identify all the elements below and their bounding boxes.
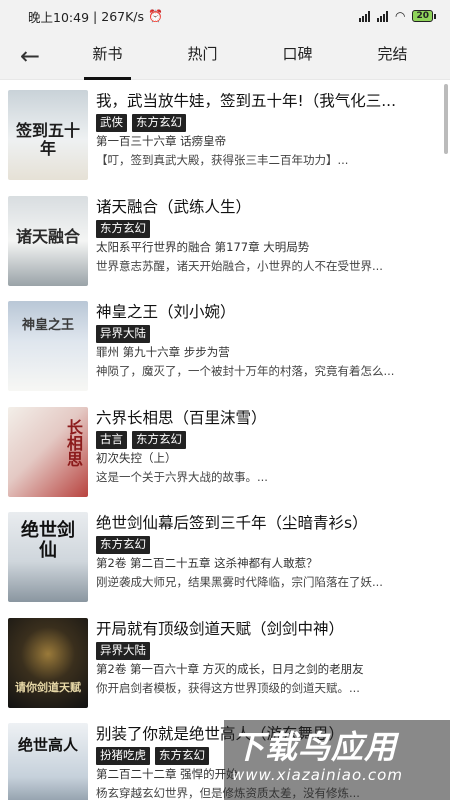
book-title: 开局就有顶级剑道天赋（剑剑中神）	[96, 619, 345, 638]
status-separator: |	[93, 8, 98, 24]
book-title: 绝世剑仙幕后签到三千年（尘暗青衫s）	[96, 514, 368, 532]
wifi-icon: ◠	[394, 9, 406, 23]
list-item[interactable]: 神皇之王 神皇之王（刘小婉） 异界大陆 罪州 第九十六章 步步为营 神陨了，魔灭…	[0, 291, 450, 397]
genre-tag: 异界大陆	[96, 325, 150, 343]
watermark-overlay: 下载鸟应用 www.xiazainiao.com	[224, 720, 450, 800]
book-description: 刚逆袭成大师兄，结果黑雾时代降临，宗门陷落在了妖...	[96, 575, 383, 589]
latest-chapter: 太阳系平行世界的融合 第177章 大明局势	[96, 239, 310, 254]
alarm-icon: ⏰	[148, 9, 163, 23]
genre-tag: 东方玄幻	[155, 747, 209, 765]
cover-title: 请你剑道天赋	[15, 680, 81, 694]
battery-icon: 20	[412, 10, 436, 22]
signal-icon-2	[376, 10, 388, 22]
book-description: 世界意志苏醒，诸天开始融合，小世界的人不在受世界...	[96, 258, 383, 273]
arrow-left-icon: ←	[19, 41, 41, 70]
cover-title: 诸天融合	[15, 226, 80, 246]
book-cover: 请你剑道天赋	[8, 617, 88, 708]
book-title: 我，武当放牛娃，签到五十年!（我气化三...	[96, 92, 396, 110]
genre-tag: 东方玄幻	[96, 536, 150, 554]
scrollbar[interactable]	[444, 84, 448, 154]
battery-level: 20	[412, 10, 433, 22]
back-button[interactable]: ←	[0, 32, 60, 80]
book-list: 签到五十年 我，武当放牛娃，签到五十年!（我气化三... 武侠 东方玄幻 第一百…	[0, 80, 450, 800]
book-cover: 绝世剑仙	[8, 512, 88, 602]
cover-title: 神皇之王	[21, 318, 74, 334]
cover-title: 绝世剑仙	[21, 520, 75, 561]
book-title: 神皇之王（刘小婉）	[96, 303, 236, 321]
latest-chapter: 第2卷 第二百二十五章 这杀神都有人敢惹？	[96, 556, 318, 570]
book-title: 诸天融合（武练人生）	[96, 197, 252, 216]
latest-chapter: 第2卷 第一百六十章 方灭的成长，日月之剑的老朋友	[96, 661, 364, 676]
book-cover: 长相思	[8, 406, 88, 497]
status-time: 晚上10:49	[28, 9, 90, 25]
list-item[interactable]: 诸天融合 诸天融合（武练人生） 东方玄幻 太阳系平行世界的融合 第177章 大明…	[0, 186, 450, 292]
list-item[interactable]: 长相思 六界长相思（百里沫雪） 古言 东方玄幻 初次失控（上） 这是一个关于六界…	[0, 397, 450, 503]
latest-chapter: 初次失控（上）	[96, 450, 177, 465]
book-cover: 绝世高人	[8, 723, 88, 800]
tab-hot[interactable]: 热门	[173, 32, 231, 80]
watermark-logo-text: 下载鸟应用	[232, 728, 398, 766]
genre-tag: 扮猪吃虎	[96, 747, 150, 765]
book-cover: 诸天融合	[8, 195, 88, 286]
tab-bar: 新书 热门 口碑 完结	[60, 32, 450, 80]
top-navigation: ← 新书 热门 口碑 完结	[0, 32, 450, 80]
signal-icon	[358, 10, 370, 22]
cover-title: 签到五十年	[15, 121, 80, 159]
latest-chapter: 罪州 第九十六章 步步为营	[96, 345, 230, 359]
book-cover: 签到五十年	[8, 90, 88, 180]
cover-title: 绝世高人	[17, 735, 78, 754]
genre-tag: 古言	[96, 430, 127, 449]
book-description: 你开启剑者模板，获得这方世界顶级的剑道天赋。...	[96, 680, 360, 695]
genre-tag: 东方玄幻	[132, 430, 186, 449]
tab-reputation[interactable]: 口碑	[268, 32, 326, 80]
network-speed: 267K/s	[101, 8, 145, 24]
genre-tag: 武侠	[96, 114, 127, 132]
book-title: 六界长相思（百里沫雪）	[96, 408, 267, 427]
watermark-url: www.xiazainiao.com	[232, 766, 403, 784]
book-description: 神陨了，魔灭了，一个被封十万年的村落，究竟有着怎么...	[96, 364, 395, 378]
list-item[interactable]: 绝世剑仙 绝世剑仙幕后签到三千年（尘暗青衫s） 东方玄幻 第2卷 第二百二十五章…	[0, 502, 450, 608]
tab-finished[interactable]: 完结	[363, 32, 421, 80]
status-bar: 晚上10:49 | 267K/s ⏰ ◠ 20	[0, 0, 450, 32]
genre-tag: 东方玄幻	[132, 114, 186, 132]
list-item[interactable]: 请你剑道天赋 开局就有顶级剑道天赋（剑剑中神） 异界大陆 第2卷 第一百六十章 …	[0, 608, 450, 714]
book-description: 这是一个关于六界大战的故事。...	[96, 469, 268, 484]
book-description: 【叮，签到真武大殿，获得张三丰二百年功力】...	[96, 153, 349, 167]
genre-tag: 异界大陆	[96, 641, 150, 660]
cover-title: 长相思	[64, 419, 83, 468]
tab-new[interactable]: 新书	[78, 32, 136, 80]
list-item[interactable]: 签到五十年 我，武当放牛娃，签到五十年!（我气化三... 武侠 东方玄幻 第一百…	[0, 80, 450, 186]
book-cover: 神皇之王	[8, 301, 88, 391]
genre-tag: 东方玄幻	[96, 219, 150, 238]
latest-chapter: 第一百三十六章 话痨皇帝	[96, 134, 227, 148]
